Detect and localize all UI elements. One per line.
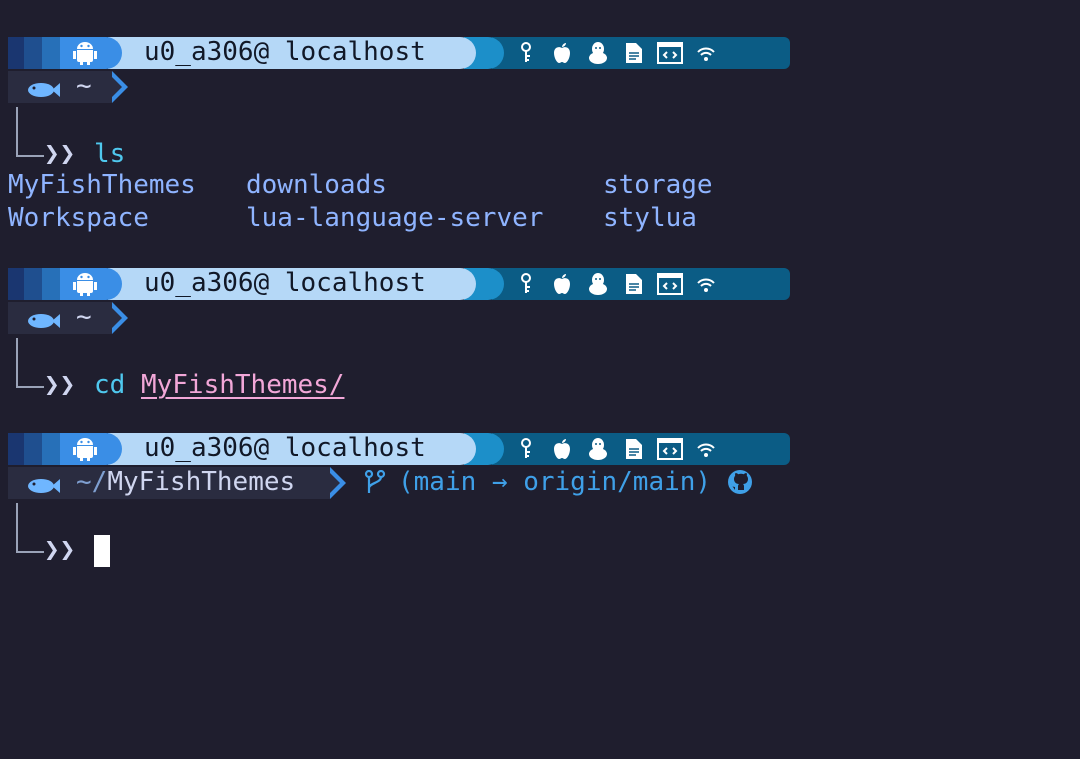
- ls-entry: MyFishThemes: [8, 170, 196, 200]
- terminal-cursor[interactable]: [94, 535, 110, 567]
- cwd-label: ~: [76, 302, 92, 332]
- file-icon: [616, 268, 652, 300]
- code-window-icon: [652, 268, 688, 300]
- code-window-icon: [652, 37, 688, 69]
- ls-entry: storage: [603, 170, 713, 200]
- status-icons: [508, 433, 724, 465]
- file-icon: [616, 37, 652, 69]
- command-text: ls: [94, 139, 126, 169]
- path-dir: MyFishThemes: [107, 467, 296, 497]
- linux-penguin-icon: [580, 37, 616, 69]
- status-icons: [508, 268, 724, 300]
- key-icon: [508, 268, 544, 300]
- wifi-icon: [688, 433, 724, 465]
- apple-icon: [544, 268, 580, 300]
- linux-penguin-icon: [580, 268, 616, 300]
- code-window-icon: [652, 433, 688, 465]
- android-icon: [72, 41, 98, 72]
- git-status: (main → origin/main): [364, 466, 753, 498]
- github-icon: [727, 469, 753, 495]
- apple-icon: [544, 37, 580, 69]
- powerline-bar: u0_a306@ localhost: [8, 37, 790, 69]
- android-icon: [72, 437, 98, 468]
- android-icon: [72, 272, 98, 303]
- path-prefix: ~/: [76, 467, 108, 497]
- command-text: cd MyFishThemes/: [94, 367, 344, 403]
- prompt-block-2: u0_a306@ localhost ~ ❯❯ cd MyFishThemes/: [8, 268, 1068, 400]
- ls-entry: stylua: [603, 203, 697, 233]
- command-line: ❯❯ ls: [8, 103, 1068, 169]
- powerline-bar: u0_a306@ localhost: [8, 433, 790, 465]
- linux-penguin-icon: [580, 433, 616, 465]
- apple-icon: [544, 433, 580, 465]
- command-line: ❯❯ cd MyFishThemes/: [8, 334, 1068, 400]
- user-host-label: u0_a306@ localhost: [144, 37, 426, 67]
- powerline-bar: u0_a306@ localhost: [8, 268, 790, 300]
- cwd-label: ~: [76, 71, 92, 101]
- prompt-block-1: u0_a306@ localhost ~ ❯❯ ls MyFishThemes …: [8, 37, 1068, 235]
- user-host-label: u0_a306@ localhost: [144, 268, 426, 298]
- cwd-row: ~: [8, 302, 1068, 334]
- cwd-row: ~/MyFishThemes (main → origin/main): [8, 467, 1068, 499]
- key-icon: [508, 433, 544, 465]
- ls-entry: Workspace: [8, 203, 149, 233]
- user-host-label: u0_a306@ localhost: [144, 433, 426, 463]
- cwd-label: ~/MyFishThemes: [76, 466, 295, 498]
- ls-entry: lua-language-server: [246, 203, 544, 233]
- wifi-icon: [688, 268, 724, 300]
- ls-entry: downloads: [246, 170, 387, 200]
- git-status-text: (main → origin/main): [398, 467, 712, 497]
- status-icons: [508, 37, 724, 69]
- prompt-block-3: u0_a306@ localhost ~/MyFishThemes (main …: [8, 433, 1068, 567]
- path-argument[interactable]: MyFishThemes/: [141, 370, 345, 400]
- git-branch-icon: [364, 470, 386, 494]
- wifi-icon: [688, 37, 724, 69]
- ls-output: MyFishThemes downloads storage Workspace…: [8, 169, 1068, 235]
- key-icon: [508, 37, 544, 69]
- command-name: cd: [94, 370, 126, 400]
- prompt-chevrons: ❯❯: [44, 139, 76, 169]
- prompt-chevrons: ❯❯: [44, 535, 76, 565]
- file-icon: [616, 433, 652, 465]
- command-line: ❯❯: [8, 499, 1068, 567]
- cwd-row: ~: [8, 71, 1068, 103]
- prompt-chevrons: ❯❯: [44, 370, 76, 400]
